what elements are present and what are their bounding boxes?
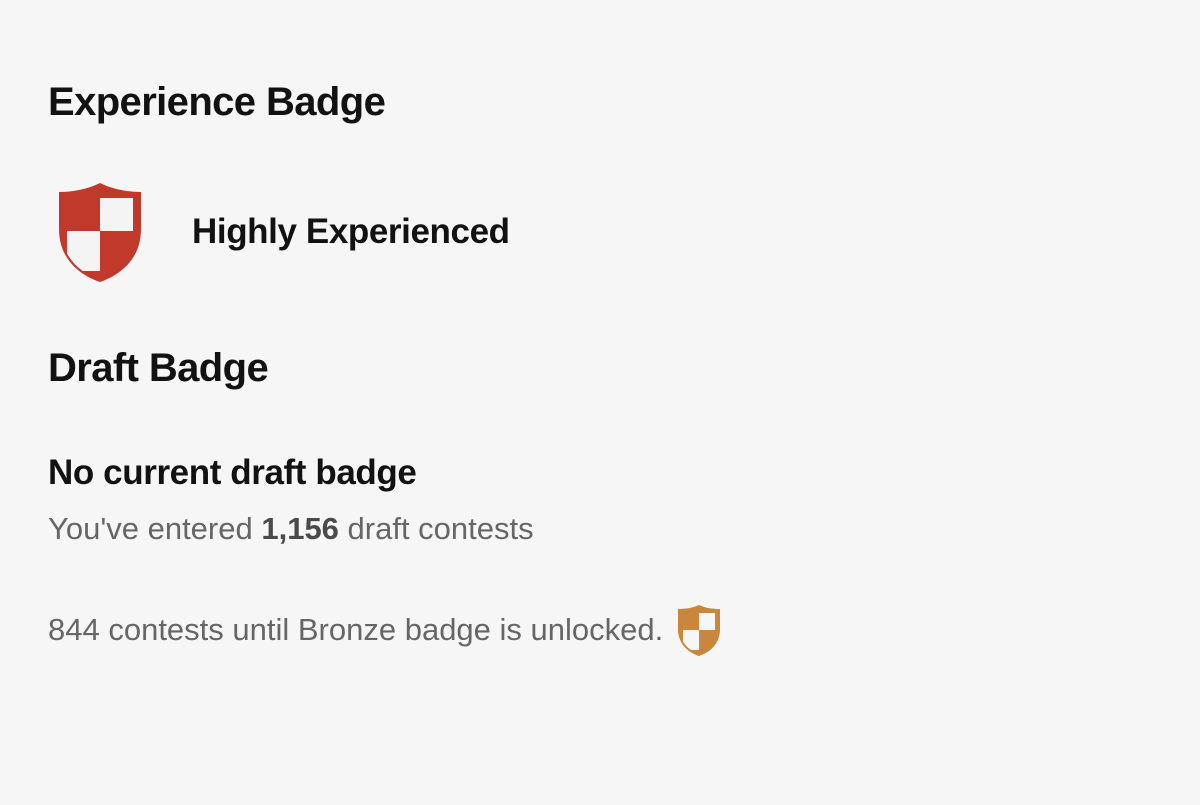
experience-badge-row: Highly Experienced xyxy=(56,180,510,284)
contests-entered-prefix: You've entered xyxy=(48,511,262,546)
experience-badge-title: Experience Badge xyxy=(48,80,386,124)
contests-until-bronze: 844 contests until Bronze badge is unloc… xyxy=(48,604,721,656)
contests-entered-count: 1,156 xyxy=(261,511,339,546)
contests-entered-text: You've entered 1,156 draft contests xyxy=(48,511,534,546)
draft-badge-title: Draft Badge xyxy=(48,346,269,390)
badges-panel: Experience Badge Highly Experienced Draf… xyxy=(0,0,1200,805)
shield-icon xyxy=(59,183,141,282)
contests-entered-suffix: draft contests xyxy=(338,511,534,546)
experience-badge-label: Highly Experienced xyxy=(192,212,510,251)
contests-until-text: 844 contests until Bronze badge is unloc… xyxy=(48,611,664,647)
bronze-shield-icon xyxy=(678,605,721,656)
draft-badge-status: No current draft badge xyxy=(48,453,417,492)
